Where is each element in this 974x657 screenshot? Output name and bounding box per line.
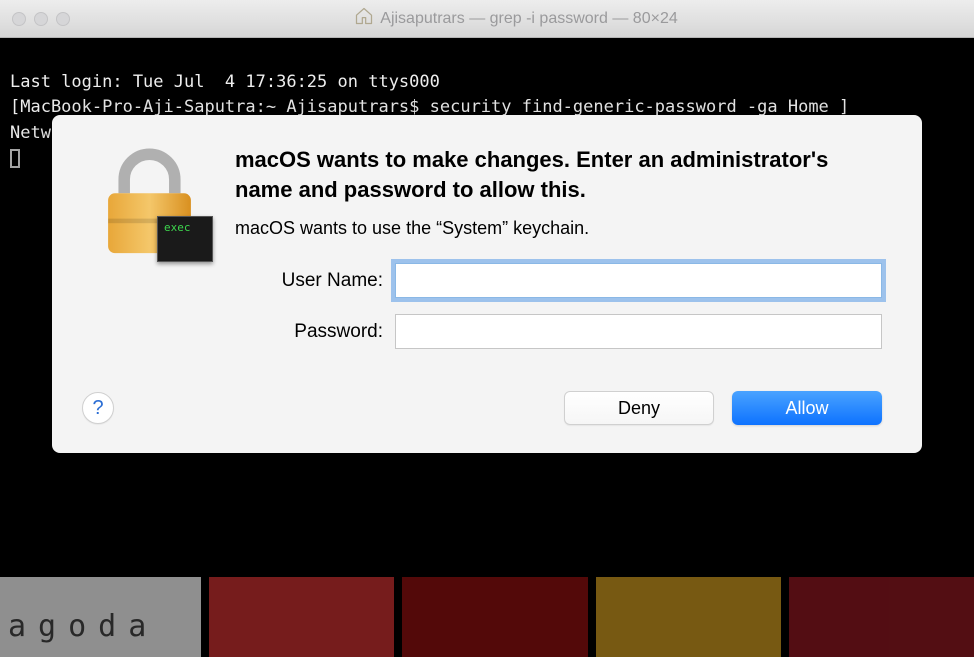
window-zoom-button[interactable]: [56, 12, 70, 26]
username-label: User Name:: [235, 270, 395, 292]
background-tile: agoda: [0, 577, 201, 657]
dialog-title: macOS wants to make changes. Enter an ad…: [235, 145, 882, 204]
background-tile: [209, 577, 394, 657]
dialog-subtitle: macOS wants to use the “System” keychain…: [235, 218, 882, 239]
lock-icon: exec: [92, 145, 207, 260]
help-button[interactable]: ?: [82, 392, 114, 424]
deny-button[interactable]: Deny: [564, 391, 714, 425]
background-tile: [789, 577, 974, 657]
window-titlebar: Ajisaputrars — grep -i password — 80×24: [0, 0, 974, 38]
home-icon: [354, 6, 374, 31]
allow-button[interactable]: Allow: [732, 391, 882, 425]
window-title-text: Ajisaputrars — grep -i password — 80×24: [380, 10, 677, 28]
background-tile: [402, 577, 587, 657]
window-close-button[interactable]: [12, 12, 26, 26]
background-tile: [596, 577, 781, 657]
auth-dialog: exec macOS wants to make changes. Enter …: [52, 115, 922, 453]
password-label: Password:: [235, 321, 395, 343]
background-content: agoda: [0, 577, 974, 657]
terminal-line: [MacBook-Pro-Aji-Saputra:~ Ajisaputrars$…: [10, 97, 849, 117]
terminal-cursor: [10, 149, 20, 168]
password-input[interactable]: [395, 314, 882, 349]
username-input[interactable]: [395, 263, 882, 298]
window-traffic-lights: [12, 12, 70, 26]
exec-badge-icon: exec: [157, 216, 213, 262]
window-title: Ajisaputrars — grep -i password — 80×24: [70, 6, 962, 31]
terminal-line: Last login: Tue Jul 4 17:36:25 on ttys00…: [10, 72, 440, 92]
window-minimize-button[interactable]: [34, 12, 48, 26]
